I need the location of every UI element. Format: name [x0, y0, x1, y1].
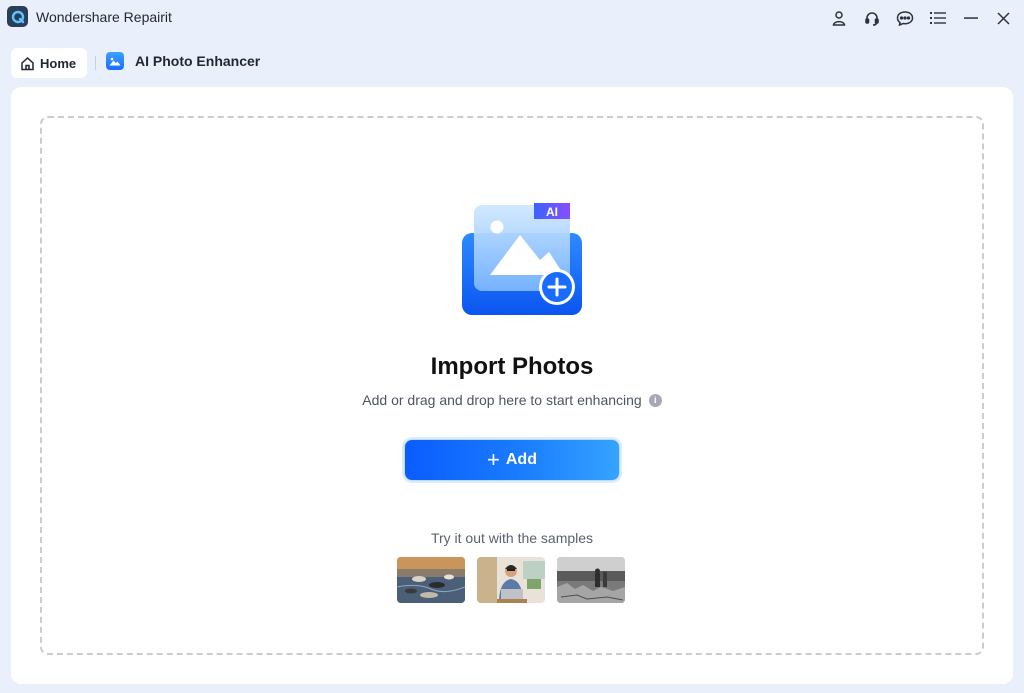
- import-photo-illustration: AI: [452, 197, 592, 327]
- close-icon[interactable]: [991, 6, 1016, 30]
- minimize-icon[interactable]: [958, 6, 983, 30]
- add-button[interactable]: + Add: [404, 439, 620, 481]
- info-icon[interactable]: i: [648, 393, 662, 407]
- import-subtitle: Add or drag and drop here to start enhan…: [362, 392, 642, 408]
- tab-home-label: Home: [40, 55, 77, 71]
- home-icon: [21, 56, 34, 70]
- tab-divider: [95, 56, 96, 70]
- tab-bar: Home AI Photo Enhancer: [0, 44, 1024, 84]
- tab-ai-photo-enhancer[interactable]: AI Photo Enhancer: [106, 52, 260, 70]
- chat-icon[interactable]: [892, 6, 917, 30]
- title-bar: Wondershare Repairit: [0, 0, 1024, 36]
- add-button-label: Add: [505, 451, 537, 468]
- sample-photos: [397, 557, 625, 603]
- sample-photo-man-laptop[interactable]: [477, 557, 545, 603]
- title-bar-controls: [826, 6, 1016, 30]
- photo-enhancer-icon: [106, 52, 124, 70]
- subtitle-row: Add or drag and drop here to start enhan…: [11, 392, 1013, 408]
- import-photos-title: Import Photos: [430, 353, 594, 380]
- tab-home[interactable]: Home: [11, 48, 87, 78]
- user-icon[interactable]: [826, 6, 851, 30]
- app-title: Wondershare Repairit: [36, 9, 172, 25]
- tab-ai-photo-enhancer-label: AI Photo Enhancer: [135, 53, 261, 69]
- main-panel: AI Import Photos Add or drag and drop he…: [11, 87, 1013, 684]
- headset-icon[interactable]: [859, 6, 884, 30]
- app-window: Wondershare Repairit Home AI Photo Enhan…: [0, 0, 1024, 693]
- repairit-logo-icon: [7, 6, 28, 27]
- sample-photo-lake-birds[interactable]: [397, 557, 465, 603]
- samples-label: Try it out with the samples: [430, 530, 594, 546]
- sample-photo-bw-street[interactable]: [557, 557, 625, 603]
- plus-icon: +: [487, 447, 500, 472]
- menu-icon[interactable]: [925, 6, 950, 30]
- ai-badge: AI: [546, 205, 558, 219]
